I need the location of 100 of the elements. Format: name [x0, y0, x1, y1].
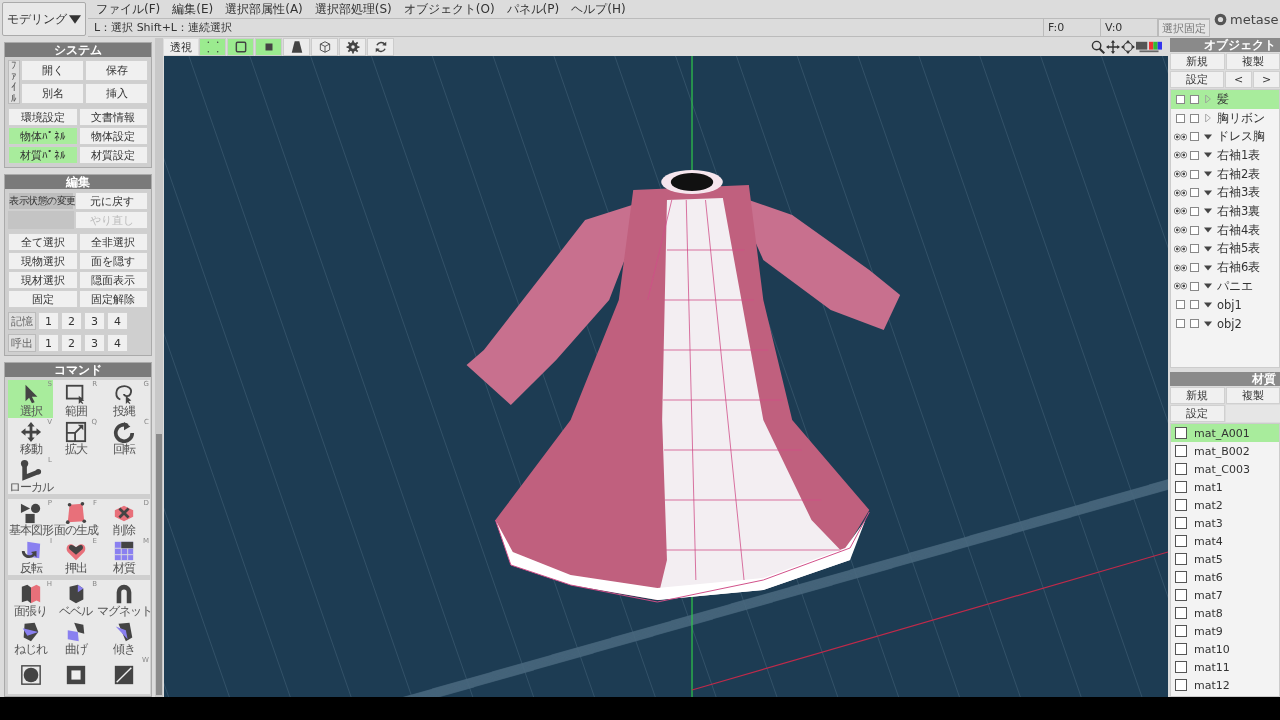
material-list-item[interactable]: mat5 — [1171, 550, 1279, 568]
edit-button[interactable]: 現物選択 — [8, 252, 78, 270]
memory-slot-button[interactable]: 1 — [38, 312, 59, 330]
new-object-button[interactable]: 新規 — [1170, 53, 1225, 70]
panel-button[interactable]: 物体ﾊﾟﾈﾙ — [8, 127, 78, 145]
lock-checkbox[interactable] — [1190, 225, 1199, 235]
eyes-icon[interactable] — [1174, 226, 1187, 235]
memory-slot-button[interactable]: 2 — [61, 312, 82, 330]
material-list-item[interactable]: mat8 — [1171, 604, 1279, 622]
lock-checkbox[interactable] — [1190, 281, 1199, 291]
object-list-item[interactable]: 胸リボン — [1171, 108, 1279, 128]
edit-button[interactable]: 固定解除 — [78, 290, 148, 308]
material-list-item[interactable]: mat11 — [1171, 658, 1279, 676]
lock-checkbox[interactable] — [1190, 94, 1199, 104]
object-list-item[interactable]: 右袖3表 — [1171, 183, 1279, 203]
display-state-button[interactable]: 表示状態の変更 — [8, 192, 74, 210]
material-list-item[interactable]: mat2 — [1171, 496, 1279, 514]
material-list-item[interactable]: mat9 — [1171, 622, 1279, 640]
memory-slot-button[interactable]: 3 — [84, 334, 105, 352]
lock-checkbox[interactable] — [1190, 150, 1199, 160]
edit-button[interactable]: 面を隠す — [78, 252, 148, 270]
perspective-label[interactable]: 透視 — [164, 39, 198, 55]
menu-item[interactable]: パネル(P) — [506, 0, 560, 18]
menu-item[interactable]: オブジェクト(O) — [403, 0, 495, 18]
eyes-icon[interactable] — [1174, 132, 1187, 141]
eyes-icon[interactable] — [1174, 263, 1187, 272]
material-list-item[interactable]: mat1 — [1171, 478, 1279, 496]
toolbar-button[interactable] — [311, 38, 338, 56]
expand-triangle-icon[interactable] — [1204, 244, 1212, 253]
tool-button[interactable]: マグネット — [98, 580, 150, 618]
material-list-item[interactable]: mat7 — [1171, 586, 1279, 604]
object-settings-button[interactable]: 設定 — [1170, 71, 1224, 88]
edit-button[interactable]: 現材選択 — [8, 271, 78, 289]
menu-item[interactable]: 選択部属性(A) — [225, 0, 303, 18]
new-material-button[interactable]: 新規 — [1170, 387, 1225, 404]
object-list-item[interactable]: ドレス胸 — [1171, 127, 1279, 147]
lock-checkbox[interactable] — [1190, 206, 1199, 216]
material-settings-button[interactable]: 設定 — [1170, 405, 1225, 422]
file-button[interactable]: 開く — [21, 60, 84, 81]
material-list-item[interactable]: mat6 — [1171, 568, 1279, 586]
panel-button[interactable]: 環境設定 — [8, 108, 78, 126]
eyes-icon[interactable] — [1174, 188, 1187, 197]
panel-button[interactable]: 材質設定 — [78, 146, 148, 164]
tool-button[interactable]: 傾き — [98, 618, 150, 656]
expand-triangle-icon[interactable] — [1204, 207, 1212, 216]
3d-viewport[interactable] — [164, 56, 1168, 697]
menu-item[interactable]: ヘルプ(H) — [571, 0, 626, 18]
object-list-item[interactable]: 右袖1表 — [1171, 146, 1279, 165]
previous-button[interactable]: < — [1225, 71, 1252, 88]
memory-slot-button[interactable]: 3 — [84, 312, 105, 330]
scrollbar[interactable] — [155, 38, 163, 697]
material-list-item[interactable]: mat12 — [1171, 676, 1279, 694]
edit-button[interactable]: 隠面表示 — [78, 271, 148, 289]
panel-button[interactable]: 文書情報 — [78, 108, 148, 126]
rotate-cross-icon[interactable] — [1121, 40, 1135, 54]
hidden-checkbox[interactable] — [1176, 113, 1185, 123]
zoom-icon[interactable] — [1091, 40, 1105, 54]
tool-button[interactable]: ねじれ — [8, 618, 53, 656]
material-list-item[interactable]: mat3 — [1171, 514, 1279, 532]
lock-checkbox[interactable] — [1190, 319, 1199, 329]
object-list-item[interactable]: 右袖5表 — [1171, 239, 1279, 259]
lock-checkbox[interactable] — [1190, 169, 1199, 179]
expand-triangle-icon[interactable] — [1204, 188, 1212, 197]
eyes-icon[interactable] — [1174, 207, 1187, 216]
hidden-checkbox[interactable] — [1176, 300, 1185, 310]
material-list-item[interactable]: mat10 — [1171, 640, 1279, 658]
lock-checkbox[interactable] — [1190, 300, 1199, 310]
hidden-checkbox[interactable] — [1176, 94, 1185, 104]
expand-triangle-icon[interactable] — [1204, 132, 1212, 141]
menu-item[interactable]: 選択部処理(S) — [314, 0, 392, 18]
material-list-item[interactable]: mat_B002 — [1171, 442, 1279, 460]
file-button[interactable]: 別名 — [21, 82, 84, 104]
memory-slot-button[interactable]: 4 — [107, 334, 128, 352]
object-list-item[interactable]: obj1 — [1171, 295, 1279, 315]
display-screens-icon[interactable] — [1136, 40, 1162, 54]
lock-checkbox[interactable] — [1190, 132, 1199, 142]
lock-checkbox[interactable] — [1190, 113, 1199, 123]
undo-button[interactable]: 元に戻す — [75, 192, 148, 210]
menu-item[interactable]: 編集(E) — [172, 0, 214, 18]
eyes-icon[interactable] — [1174, 282, 1187, 291]
hidden-checkbox[interactable] — [1176, 319, 1185, 329]
file-tab[interactable]: ﾌｧｲﾙ — [8, 60, 20, 104]
edit-button[interactable]: 全非選択 — [78, 233, 148, 251]
menu-item[interactable]: ファイル(F) — [96, 0, 161, 18]
move-cross-icon[interactable] — [1106, 40, 1120, 54]
expand-triangle-icon[interactable] — [1204, 226, 1212, 235]
edit-button[interactable]: 全て選択 — [8, 233, 78, 251]
tool-button[interactable]: 曲げ — [53, 618, 98, 656]
toolbar-button[interactable] — [283, 38, 310, 56]
panel-button[interactable]: 材質ﾊﾟﾈﾙ — [8, 146, 78, 164]
expand-triangle-icon[interactable] — [1204, 319, 1212, 328]
memory-slot-button[interactable]: 2 — [61, 334, 82, 352]
memory-slot-button[interactable]: 4 — [107, 312, 128, 330]
material-list-item[interactable]: mat4 — [1171, 532, 1279, 550]
lock-selection-button[interactable]: 選択固定 — [1158, 19, 1210, 37]
object-list-item[interactable]: パニエ — [1171, 276, 1279, 296]
expand-triangle-icon[interactable] — [1204, 300, 1212, 309]
expand-triangle-icon[interactable] — [1204, 282, 1212, 291]
expand-triangle-icon[interactable] — [1204, 263, 1212, 272]
expand-triangle-icon[interactable] — [1204, 151, 1212, 160]
